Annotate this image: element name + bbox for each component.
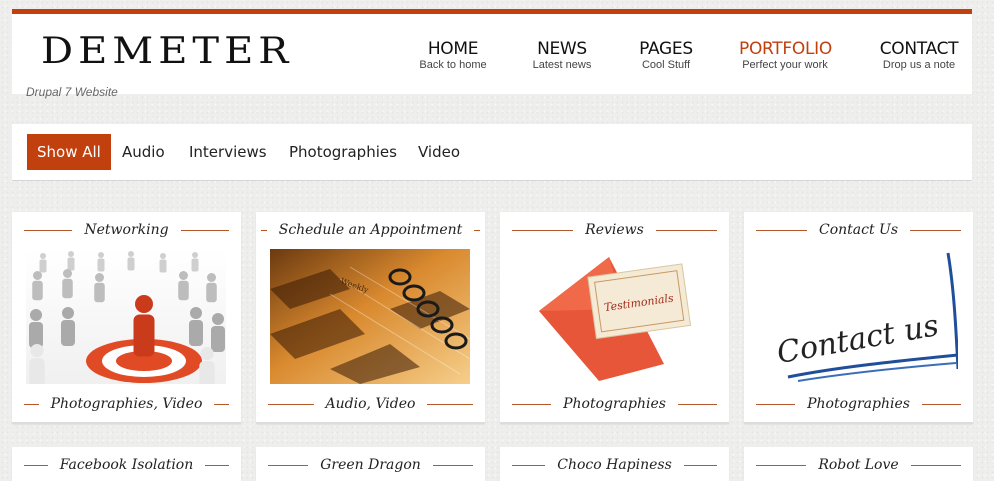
- card-category: Photographies: [807, 396, 910, 412]
- card-title[interactable]: Contact Us: [819, 222, 898, 238]
- people-target-icon[interactable]: [26, 249, 226, 384]
- card-title-row: Contact Us: [744, 220, 973, 240]
- nav-item-label: NEWS: [537, 39, 587, 59]
- divider: [260, 229, 267, 231]
- site-slogan: Drupal 7 Website: [26, 85, 118, 99]
- card-title-row: Reviews: [500, 220, 729, 240]
- card-title[interactable]: Networking: [84, 222, 168, 238]
- divider: [910, 229, 961, 231]
- divider: [512, 229, 574, 231]
- site-header: DEMETER Drupal 7 Website HOME Back to ho…: [12, 9, 972, 99]
- card-category-row: Photographies, Video: [12, 394, 241, 414]
- card-title-row: Choco Hapiness: [500, 455, 729, 475]
- portfolio-card[interactable]: Reviews Testimonials Photographies: [500, 212, 729, 422]
- nav-item-label: CONTACT: [879, 39, 959, 59]
- divider: [205, 464, 230, 466]
- planner-notebook-icon[interactable]: Weekly: [270, 249, 470, 384]
- card-title[interactable]: Robot Love: [818, 457, 898, 473]
- nav-item-sublabel: Perfect your work: [742, 59, 828, 71]
- portfolio-card[interactable]: Robot Love: [744, 447, 973, 481]
- card-category: Photographies, Video: [50, 396, 203, 412]
- nav-item-contact[interactable]: CONTACT Drop us a note: [879, 39, 959, 71]
- card-title[interactable]: Reviews: [585, 222, 644, 238]
- divider: [427, 403, 474, 405]
- divider: [24, 403, 39, 405]
- divider: [756, 403, 796, 405]
- card-category: Audio, Video: [325, 396, 416, 412]
- card-category-row: Photographies: [500, 394, 729, 414]
- divider: [512, 464, 546, 466]
- nav-item-pages[interactable]: PAGES Cool Stuff: [636, 39, 696, 71]
- filter-show-all[interactable]: Show All: [27, 134, 111, 170]
- card-title-row: Schedule an Appointment: [256, 220, 485, 240]
- divider: [512, 403, 552, 405]
- card-category-row: Audio, Video: [256, 394, 485, 414]
- portfolio-card[interactable]: Networking Photographies, Video: [12, 212, 241, 422]
- divider: [474, 229, 481, 231]
- card-title-row: Facebook Isolation: [12, 455, 241, 475]
- portfolio-card[interactable]: Green Dragon: [256, 447, 485, 481]
- site-logo[interactable]: DEMETER: [41, 30, 293, 72]
- divider: [655, 229, 718, 231]
- divider: [756, 464, 807, 466]
- nav-item-news[interactable]: NEWS Latest news: [531, 39, 593, 71]
- divider: [180, 229, 229, 231]
- envelope-card-icon[interactable]: Testimonials: [514, 249, 714, 384]
- handwriting-icon[interactable]: Contact us: [758, 249, 958, 384]
- portfolio-card[interactable]: Facebook Isolation: [12, 447, 241, 481]
- nav-item-portfolio[interactable]: PORTFOLIO Perfect your work: [739, 39, 832, 71]
- card-title-row: Robot Love: [744, 455, 973, 475]
- divider: [756, 229, 807, 231]
- portfolio-filter-bar: Show All Audio Interviews Photographies …: [12, 124, 972, 181]
- filter-audio[interactable]: Audio: [122, 134, 165, 170]
- divider: [677, 403, 718, 405]
- divider: [268, 464, 309, 466]
- nav-item-label: PORTFOLIO: [739, 39, 832, 59]
- portfolio-card[interactable]: Schedule an Appointment Weekly Audio, Vi…: [256, 212, 485, 422]
- card-title-row: Green Dragon: [256, 455, 485, 475]
- card-category-row: Photographies: [744, 394, 973, 414]
- divider: [24, 464, 48, 466]
- filter-interviews[interactable]: Interviews: [189, 134, 267, 170]
- divider: [24, 229, 73, 231]
- card-title-row: Networking: [12, 220, 241, 240]
- nav-item-sublabel: Latest news: [532, 59, 592, 71]
- card-title[interactable]: Schedule an Appointment: [279, 222, 463, 238]
- card-title[interactable]: Facebook Isolation: [60, 457, 194, 473]
- nav-item-sublabel: Cool Stuff: [641, 59, 691, 71]
- divider: [910, 464, 962, 466]
- card-category: Photographies: [563, 396, 666, 412]
- card-title[interactable]: Choco Hapiness: [557, 457, 672, 473]
- nav-item-sublabel: Back to home: [419, 59, 487, 71]
- filter-photographies[interactable]: Photographies: [289, 134, 397, 170]
- card-title[interactable]: Green Dragon: [320, 457, 421, 473]
- divider: [683, 464, 718, 466]
- divider: [214, 403, 230, 405]
- portfolio-card[interactable]: Contact Us Contact us Photographies: [744, 212, 973, 422]
- divider: [268, 403, 314, 405]
- nav-item-home[interactable]: HOME Back to home: [417, 39, 489, 71]
- nav-item-label: HOME: [427, 39, 479, 59]
- nav-item-label: PAGES: [639, 39, 693, 59]
- filter-video[interactable]: Video: [418, 134, 460, 170]
- divider: [432, 464, 473, 466]
- nav-item-sublabel: Drop us a note: [882, 59, 956, 71]
- divider: [921, 403, 962, 405]
- portfolio-card[interactable]: Choco Hapiness: [500, 447, 729, 481]
